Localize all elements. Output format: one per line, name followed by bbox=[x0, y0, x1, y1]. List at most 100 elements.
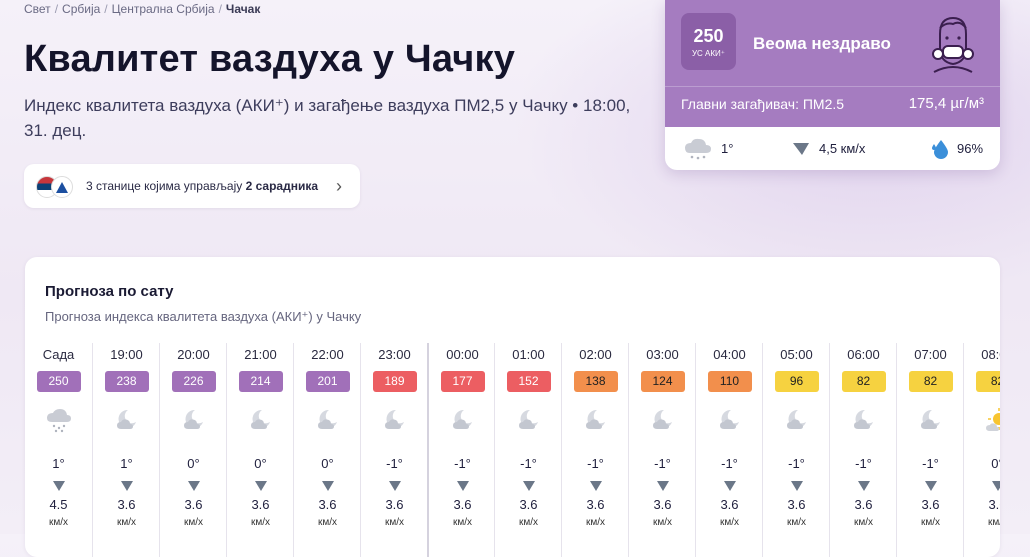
forecast-time: 22:00 bbox=[311, 347, 344, 362]
forecast-time: 03:00 bbox=[646, 347, 679, 362]
forecast-wind-speed: 3.6 bbox=[854, 497, 873, 512]
breadcrumb-central-serbia[interactable]: Централна Србија bbox=[112, 2, 215, 16]
forecast-wind-speed: 3.6 bbox=[251, 497, 270, 512]
forecast-aqi-badge: 214 bbox=[238, 371, 283, 392]
wind-direction-icon bbox=[187, 481, 200, 491]
wind-direction-icon bbox=[120, 481, 133, 491]
forecast-temperature: -1° bbox=[454, 456, 471, 471]
wind-direction-icon bbox=[321, 481, 334, 491]
forecast-wind-unit: км/х bbox=[652, 517, 673, 528]
forecast-temperature: -1° bbox=[855, 456, 872, 471]
wind-direction-icon bbox=[924, 481, 937, 491]
wind-direction-icon bbox=[793, 143, 809, 155]
forecast-wind-speed: 4.5 bbox=[49, 497, 68, 512]
forecast-time: 04:00 bbox=[713, 347, 746, 362]
breadcrumb-serbia[interactable]: Србија bbox=[62, 2, 100, 16]
page-title: Квалитет ваздуха у Чачку bbox=[24, 38, 516, 80]
forecast-temperature: 0° bbox=[321, 456, 334, 471]
forecast-hour-column[interactable]: 01:00 152 -1° 3.6 км/х bbox=[494, 343, 562, 557]
forecast-wind-unit: км/х bbox=[920, 517, 941, 528]
forecast-temperature: -1° bbox=[386, 456, 403, 471]
forecast-hour-column[interactable]: 03:00 124 -1° 3.6 км/х bbox=[628, 343, 696, 557]
forecast-hour-column[interactable]: 08:00 82 0° 3.6 км/х bbox=[963, 343, 1000, 557]
humidity-icon bbox=[932, 140, 948, 159]
breadcrumb-world[interactable]: Свет bbox=[24, 2, 51, 16]
moon-cloud-icon bbox=[918, 407, 944, 433]
forecast-wind-unit: км/х bbox=[116, 517, 137, 528]
gas-mask-face-icon bbox=[932, 16, 974, 73]
forecast-hour-column[interactable]: 00:00 177 -1° 3.6 км/х bbox=[427, 343, 496, 557]
main-pollutant-value: 175,4 µг/м³ bbox=[908, 95, 984, 112]
forecast-time: 05:00 bbox=[780, 347, 813, 362]
forecast-hour-column[interactable]: 22:00 201 0° 3.6 км/х bbox=[293, 343, 361, 557]
forecast-hours[interactable]: Сада 250 1° 4.5 км/х 19:00 238 1° 3.6 км/х 20:00 22… bbox=[25, 343, 1000, 557]
wind-direction-icon bbox=[723, 481, 736, 491]
forecast-time: 23:00 bbox=[378, 347, 411, 362]
forecast-time: 02:00 bbox=[579, 347, 612, 362]
cloud-rain-icon bbox=[46, 407, 72, 433]
forecast-temperature: -1° bbox=[654, 456, 671, 471]
moon-cloud-icon bbox=[717, 407, 743, 433]
aqi-summary-card: 250 УС АКИ⁺ Веома нездраво Главни загађи… bbox=[665, 0, 1000, 170]
main-pollutant-label: Главни загађивач: ПМ2.5 bbox=[681, 96, 845, 112]
forecast-hour-column[interactable]: 05:00 96 -1° 3.6 км/х bbox=[762, 343, 830, 557]
aqi-header: 250 УС АКИ⁺ Веома нездраво Главни загађи… bbox=[665, 0, 1000, 127]
forecast-time: 21:00 bbox=[244, 347, 277, 362]
forecast-temperature: 0° bbox=[187, 456, 200, 471]
forecast-wind-speed: 3.6 bbox=[453, 497, 472, 512]
forecast-hour-column[interactable]: 07:00 82 -1° 3.6 км/х bbox=[896, 343, 964, 557]
forecast-temperature: 1° bbox=[120, 456, 133, 471]
breadcrumb: Свет / Србија / Централна Србија / Чачак bbox=[24, 2, 260, 16]
breadcrumb-separator: / bbox=[218, 2, 222, 16]
breadcrumb-current: Чачак bbox=[225, 2, 261, 16]
wind-direction-icon bbox=[790, 481, 803, 491]
wind-direction-icon bbox=[456, 481, 469, 491]
wind-direction-icon bbox=[522, 481, 535, 491]
forecast-wind-unit: км/х bbox=[853, 517, 874, 528]
forecast-aqi-badge: 189 bbox=[372, 371, 417, 392]
forecast-aqi-badge: 82 bbox=[975, 371, 1000, 392]
current-weather: 1° 4,5 км/х 96% bbox=[665, 127, 1000, 170]
forecast-hour-column[interactable]: 20:00 226 0° 3.6 км/х bbox=[159, 343, 227, 557]
moon-cloud-icon bbox=[114, 407, 140, 433]
wind-direction-icon bbox=[656, 481, 669, 491]
page-subtitle: Индекс квалитета ваздуха (АКИ⁺) и загађе… bbox=[24, 96, 631, 140]
forecast-wind-speed: 3.6 bbox=[586, 497, 605, 512]
forecast-wind-speed: 3.6 bbox=[921, 497, 940, 512]
wind-direction-icon bbox=[991, 481, 1000, 491]
wind-direction-icon bbox=[52, 481, 65, 491]
forecast-hour-column[interactable]: 21:00 214 0° 3.6 км/х bbox=[226, 343, 294, 557]
forecast-hour-column[interactable]: 23:00 189 -1° 3.6 км/х bbox=[360, 343, 428, 557]
agency-logo-icon bbox=[51, 176, 73, 198]
forecast-wind-speed: 3.6 bbox=[117, 497, 136, 512]
forecast-aqi-badge: 226 bbox=[171, 371, 216, 392]
forecast-temperature: 0° bbox=[991, 456, 1000, 471]
forecast-hour-column[interactable]: 04:00 110 -1° 3.6 км/х bbox=[695, 343, 763, 557]
forecast-temperature: -1° bbox=[520, 456, 537, 471]
forecast-time: 19:00 bbox=[110, 347, 143, 362]
current-wind: 4,5 км/х bbox=[819, 141, 866, 156]
stations-button[interactable]: 3 станице којима управљају 2 сарадника › bbox=[24, 164, 360, 208]
forecast-wind-unit: км/х bbox=[719, 517, 740, 528]
forecast-hour-column[interactable]: 19:00 238 1° 3.6 км/х bbox=[92, 343, 160, 557]
wind-direction-icon bbox=[254, 481, 267, 491]
forecast-wind-unit: км/х bbox=[183, 517, 204, 528]
forecast-wind-speed: 3.6 bbox=[988, 497, 1000, 512]
hourly-forecast-card: Прогноза по сату Прогноза индекса квалит… bbox=[25, 257, 1000, 557]
forecast-wind-unit: км/х bbox=[250, 517, 271, 528]
forecast-aqi-badge: 152 bbox=[506, 371, 551, 392]
forecast-aqi-badge: 238 bbox=[104, 371, 149, 392]
forecast-time: 00:00 bbox=[446, 347, 479, 362]
moon-cloud-icon bbox=[382, 407, 408, 433]
forecast-aqi-badge: 96 bbox=[774, 371, 819, 392]
forecast-aqi-badge: 201 bbox=[305, 371, 350, 392]
breadcrumb-separator: / bbox=[104, 2, 108, 16]
forecast-hour-column[interactable]: Сада 250 1° 4.5 км/х bbox=[25, 343, 92, 557]
forecast-temperature: -1° bbox=[922, 456, 939, 471]
forecast-hour-column[interactable]: 02:00 138 -1° 3.6 км/х bbox=[561, 343, 629, 557]
contributor-logos bbox=[36, 174, 84, 198]
moon-cloud-icon bbox=[516, 407, 542, 433]
forecast-subtitle: Прогноза индекса квалитета ваздуха (АКИ⁺… bbox=[45, 309, 362, 324]
forecast-hour-column[interactable]: 06:00 82 -1° 3.6 км/х bbox=[829, 343, 897, 557]
moon-cloud-icon bbox=[583, 407, 609, 433]
